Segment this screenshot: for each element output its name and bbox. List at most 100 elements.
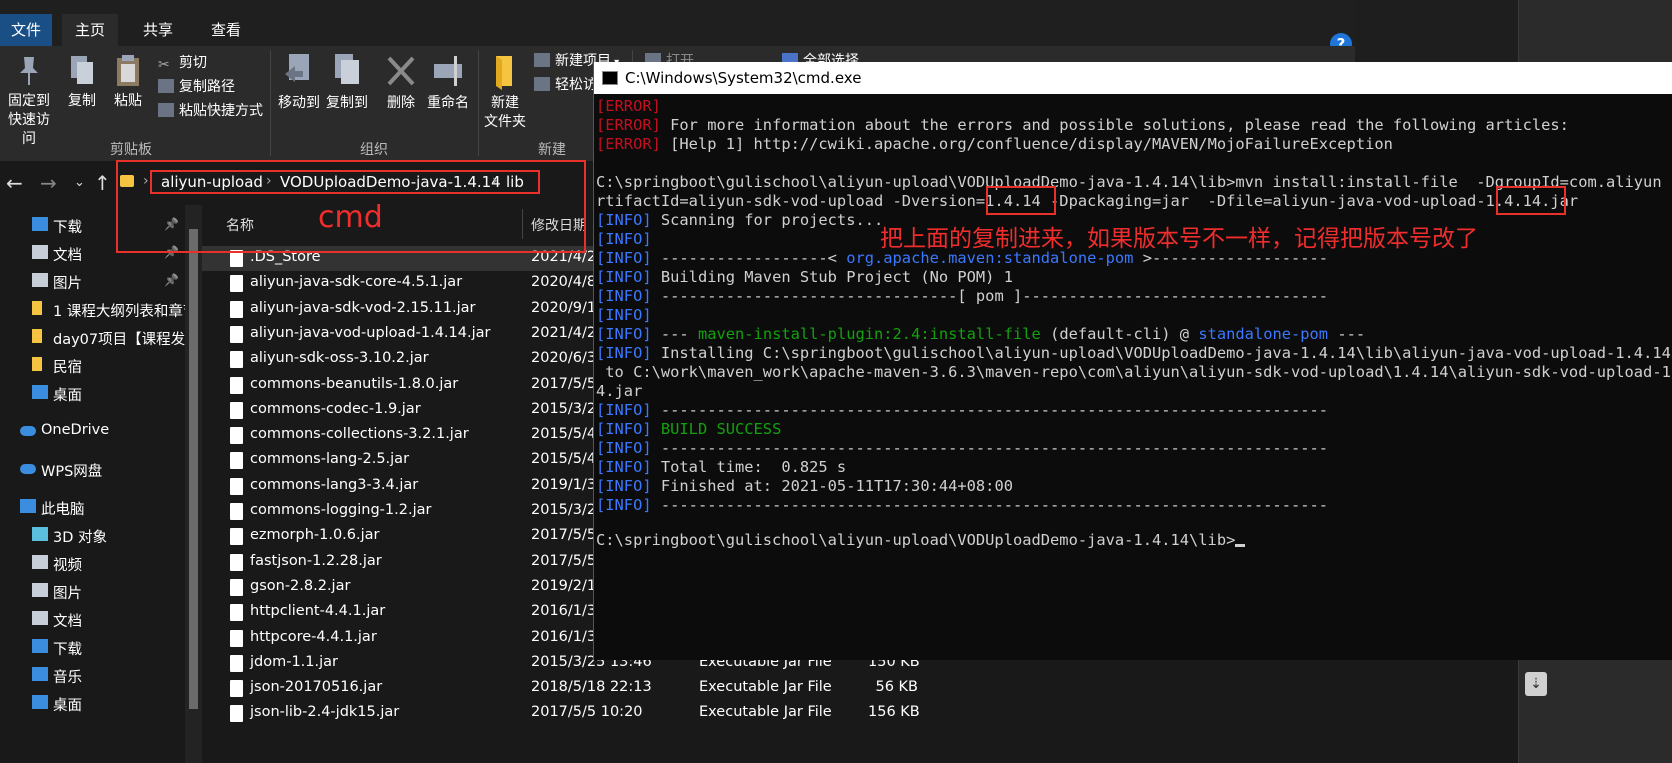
nav-item[interactable]: 视频 bbox=[0, 550, 185, 576]
annotation-instruction: 把上面的复制进来，如果版本号不一样，记得把版本号改了 bbox=[880, 226, 1478, 252]
console-text: [INFO] bbox=[596, 477, 652, 495]
file-date: 2015/5/4 bbox=[531, 451, 593, 468]
tab-file[interactable]: 文件 bbox=[0, 14, 52, 46]
title-strip bbox=[0, 0, 1355, 14]
file-icon bbox=[230, 427, 243, 445]
file-icon bbox=[230, 604, 243, 622]
cmd-icon bbox=[602, 71, 618, 85]
ribbon-separator bbox=[270, 50, 271, 156]
download-icon[interactable]: ⇣ bbox=[1525, 672, 1547, 696]
pin-icon[interactable]: 📌 bbox=[164, 273, 179, 287]
console-text: Finished at: 2021-05-11T17:30:44+08:00 bbox=[651, 477, 1013, 495]
file-date: 2021/4/2 bbox=[531, 324, 593, 341]
nav-item[interactable]: 图片 📌 bbox=[0, 268, 185, 294]
file-date: 2020/9/1 bbox=[531, 299, 593, 316]
console-text: [INFO] bbox=[596, 401, 652, 419]
console-text: [Help 1] http://cwiki.apache.org/conflue… bbox=[660, 135, 1393, 153]
nav-item[interactable]: 此电脑 bbox=[0, 494, 185, 520]
paste-button[interactable]: 粘贴 bbox=[108, 54, 148, 111]
pin-to-quick-access-button[interactable]: 固定到 快速访问 bbox=[4, 54, 54, 149]
console-text: ----------------------------------------… bbox=[651, 439, 1329, 457]
copy-to-button[interactable]: 复制到 bbox=[324, 52, 370, 113]
video-icon bbox=[32, 555, 48, 569]
forward-icon[interactable]: → bbox=[40, 171, 57, 195]
file-icon bbox=[230, 376, 243, 394]
nav-item[interactable]: 民宿 bbox=[0, 352, 185, 378]
console-text: ----------------------------------------… bbox=[651, 401, 1329, 419]
console-text: --- bbox=[651, 325, 698, 343]
console-text: [ERROR] bbox=[596, 135, 661, 153]
copy-to-icon bbox=[335, 54, 359, 84]
nav-item[interactable]: 1 课程大纲列表和章节 bbox=[0, 296, 185, 322]
nav-item[interactable]: 音乐 bbox=[0, 662, 185, 688]
console-text: --- bbox=[1328, 325, 1366, 343]
console-text: BUILD SUCCESS bbox=[651, 420, 782, 438]
new-folder-button[interactable]: 新建 文件夹 bbox=[482, 52, 528, 132]
file-date: 2016/1/3 bbox=[531, 628, 593, 645]
file-name: json-20170516.jar bbox=[250, 679, 383, 696]
file-name: gson-2.8.2.jar bbox=[250, 577, 351, 594]
rename-button[interactable]: 重命名 bbox=[426, 52, 470, 113]
move-to-label: 移动到 bbox=[278, 95, 320, 111]
scrollbar-thumb[interactable] bbox=[189, 229, 198, 709]
nav-item[interactable]: 3D 对象 bbox=[0, 522, 185, 548]
navigation-pane: 下载 📌 文档 📌 图片 📌 1 课程大纲列表和章节 day07项目【课程发布 民宿 桌面 OneD… bbox=[0, 205, 185, 763]
cmd-window[interactable]: C:\Windows\System32\cmd.exe [ERROR] [ERRO… bbox=[593, 62, 1672, 660]
paste-shortcut-button[interactable]: 粘贴快捷方式 bbox=[158, 100, 263, 120]
console-text: (default-cli) @ bbox=[1040, 325, 1199, 343]
file-row[interactable]: json-20170516.jar 2018/5/18 22:13 Executab… bbox=[202, 676, 1355, 701]
nav-item[interactable]: 图片 bbox=[0, 578, 185, 604]
file-name: commons-collections-3.2.1.jar bbox=[250, 426, 469, 443]
file-row[interactable]: json-lib-2.4-jdk15.jar 2017/5/5 10:20 Exec… bbox=[202, 701, 1355, 726]
scissors-icon: ✂ bbox=[158, 57, 170, 73]
tab-home[interactable]: 主页 bbox=[62, 14, 118, 46]
console-line: [INFO] bbox=[596, 230, 652, 249]
nav-item[interactable]: 文档 bbox=[0, 606, 185, 632]
file-size: 156 KB bbox=[868, 704, 920, 721]
download-icon bbox=[32, 639, 48, 653]
easy-access-label: 轻松访 bbox=[555, 77, 597, 93]
nav-item[interactable]: 下载 bbox=[0, 634, 185, 660]
nav-item[interactable]: OneDrive bbox=[0, 418, 185, 444]
nav-item[interactable]: 桌面 bbox=[0, 380, 185, 406]
document-icon bbox=[32, 611, 48, 625]
up-icon[interactable]: ↑ bbox=[94, 171, 111, 195]
easy-access-button[interactable]: 轻松访 bbox=[534, 74, 597, 94]
console-text: 4.jar bbox=[596, 382, 643, 400]
file-date: 2019/2/1 bbox=[531, 577, 593, 594]
file-name: jdom-1.1.jar bbox=[250, 653, 339, 670]
nav-item-label: 下载 bbox=[53, 220, 82, 236]
file-size: 56 KB bbox=[875, 679, 918, 696]
console-line: 4.jar bbox=[596, 382, 642, 401]
delete-button[interactable]: 删除 bbox=[381, 52, 421, 113]
console-line: [INFO] --------------------------------[… bbox=[596, 287, 1328, 306]
cmd-console[interactable]: [ERROR] [ERROR] For more information abou… bbox=[594, 94, 1672, 660]
nav-item[interactable]: day07项目【课程发布 bbox=[0, 324, 185, 350]
recent-locations-chevron-icon[interactable]: ⌄ bbox=[74, 175, 85, 190]
nav-item-label: 3D 对象 bbox=[53, 530, 107, 546]
tab-view[interactable]: 查看 bbox=[196, 14, 256, 46]
copy-path-button[interactable]: 复制路径 bbox=[158, 76, 235, 96]
copy-to-label: 复制到 bbox=[326, 95, 368, 111]
cmd-title-bar[interactable]: C:\Windows\System32\cmd.exe bbox=[594, 62, 1672, 94]
console-line: [INFO] Installing C:\springboot\gulischo… bbox=[596, 344, 1672, 363]
file-date: 2019/1/3 bbox=[531, 476, 593, 493]
cut-button[interactable]: ✂ 剪切 bbox=[158, 52, 207, 73]
picture-icon bbox=[32, 273, 48, 287]
tab-share[interactable]: 共享 bbox=[128, 14, 188, 46]
console-text: Installing C:\springboot\gulischool\aliy… bbox=[651, 344, 1672, 362]
file-icon bbox=[230, 578, 243, 596]
copy-button[interactable]: 复制 bbox=[62, 54, 102, 111]
nav-item-label: 下载 bbox=[53, 642, 82, 658]
file-name: aliyun-java-vod-upload-1.4.14.jar bbox=[250, 324, 491, 341]
file-icon bbox=[230, 553, 243, 571]
console-line: [INFO] Total time: 0.825 s bbox=[596, 458, 846, 477]
nav-item[interactable]: 桌面 bbox=[0, 690, 185, 716]
back-icon[interactable]: ← bbox=[6, 171, 23, 195]
folder-icon bbox=[32, 329, 42, 343]
move-to-button[interactable]: 移动到 bbox=[276, 52, 322, 113]
nav-item[interactable]: WPS网盘 bbox=[0, 456, 185, 482]
nav-item-label: 桌面 bbox=[53, 698, 82, 714]
nav-pane-scrollbar[interactable] bbox=[185, 205, 202, 763]
file-icon bbox=[230, 503, 243, 520]
